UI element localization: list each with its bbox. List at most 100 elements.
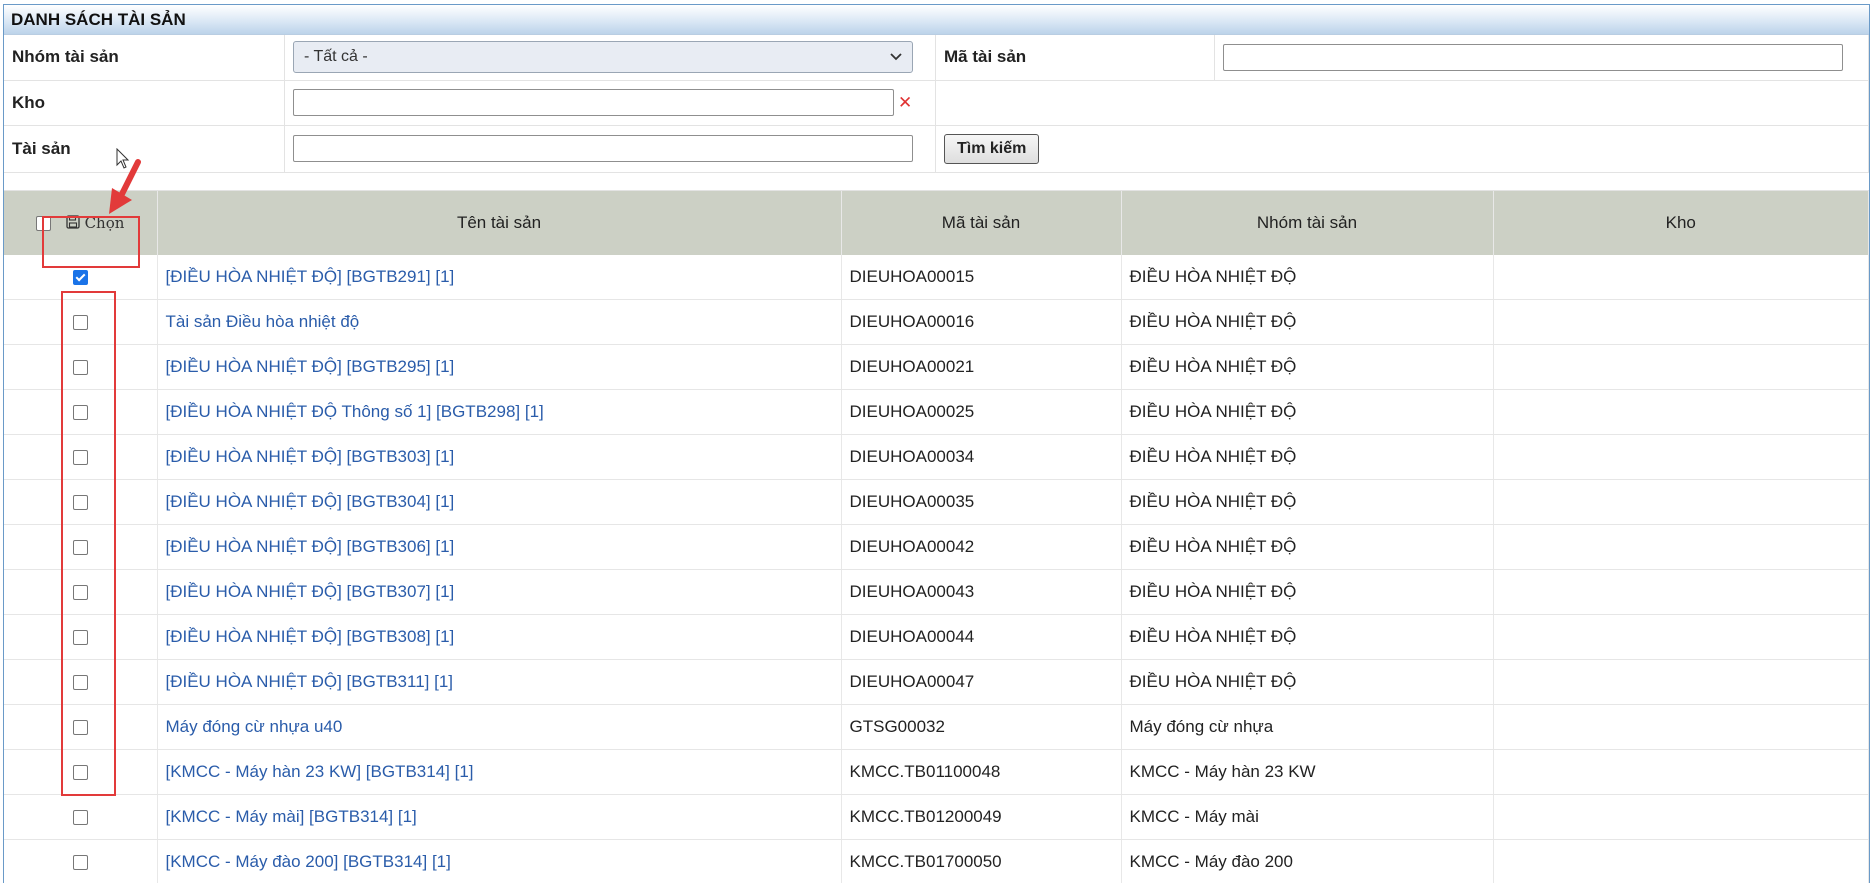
asset-code-cell: DIEUHOA00042: [841, 524, 1122, 570]
row-checkbox-cell: [4, 524, 158, 570]
asset-code-cell: DIEUHOA00044: [841, 614, 1122, 660]
asset-name-link[interactable]: [ĐIỀU HÒA NHIỆT ĐỘ Thông số 1] [BGTB298]…: [166, 402, 544, 421]
asset-group-cell: Máy đóng cừ nhựa: [1121, 704, 1494, 750]
table-row[interactable]: [ĐIỀU HÒA NHIỆT ĐỘ] [BGTB304] [1] DIEUHOA…: [4, 479, 1869, 525]
row-checkbox-cell: [4, 389, 158, 435]
asset-name-link[interactable]: [KMCC - Máy đào 200] [BGTB314] [1]: [166, 852, 451, 871]
row-checkbox-cell: [4, 254, 158, 300]
row-checkbox[interactable]: [72, 809, 88, 825]
table-row[interactable]: [KMCC - Máy hàn 23 KW] [BGTB314] [1] KMCC…: [4, 749, 1869, 795]
table-row[interactable]: [ĐIỀU HÒA NHIỆT ĐỘ] [BGTB303] [1] DIEUHOA…: [4, 434, 1869, 480]
row-checkbox[interactable]: [72, 359, 88, 375]
asset-group-cell: ĐIỀU HÒA NHIỆT ĐỘ: [1121, 389, 1494, 435]
asset-name-cell: [KMCC - Máy đào 200] [BGTB314] [1]: [157, 839, 842, 883]
warehouse-cell: [1493, 749, 1869, 795]
asset-group-cell: KMCC - Máy hàn 23 KW: [1121, 749, 1494, 795]
warehouse-cell: [1493, 839, 1869, 883]
row-checkbox[interactable]: [72, 449, 88, 465]
row-checkbox[interactable]: [72, 269, 88, 285]
asset-name-cell: [ĐIỀU HÒA NHIỆT ĐỘ] [BGTB303] [1]: [157, 434, 842, 480]
asset-name-cell: [KMCC - Máy mài] [BGTB314] [1]: [157, 794, 842, 840]
asset-group-cell: ĐIỀU HÒA NHIỆT ĐỘ: [1121, 434, 1494, 480]
asset-code-cell: GTSG00032: [841, 704, 1122, 750]
table-row[interactable]: [ĐIỀU HÒA NHIỆT ĐỘ] [BGTB291] [1] DIEUHOA…: [4, 254, 1869, 300]
row-checkbox[interactable]: [72, 584, 88, 600]
table-row[interactable]: [KMCC - Máy mài] [BGTB314] [1] KMCC.TB012…: [4, 794, 1869, 840]
asset-name-link[interactable]: [ĐIỀU HÒA NHIỆT ĐỘ] [BGTB304] [1]: [166, 492, 455, 511]
table-row[interactable]: [ĐIỀU HÒA NHIỆT ĐỘ Thông số 1] [BGTB298]…: [4, 389, 1869, 435]
row-checkbox-cell: [4, 299, 158, 345]
select-all-checkbox[interactable]: [36, 215, 52, 231]
warehouse-cell: [1493, 704, 1869, 750]
asset-name-cell: [ĐIỀU HÒA NHIỆT ĐỘ] [BGTB306] [1]: [157, 524, 842, 570]
asset-name-link[interactable]: [ĐIỀU HÒA NHIỆT ĐỘ] [BGTB295] [1]: [166, 357, 455, 376]
asset-name-link[interactable]: [ĐIỀU HÒA NHIỆT ĐỘ] [BGTB306] [1]: [166, 537, 455, 556]
clear-warehouse-icon[interactable]: ✕: [898, 93, 912, 113]
warehouse-cell: [1493, 614, 1869, 660]
asset-name-cell: [ĐIỀU HÒA NHIỆT ĐỘ] [BGTB311] [1]: [157, 659, 842, 705]
asset-name-link[interactable]: [ĐIỀU HÒA NHIỆT ĐỘ] [BGTB303] [1]: [166, 447, 455, 466]
asset-list-panel: DANH SÁCH TÀI SẢN Nhóm tài sản - Tất cả …: [3, 4, 1870, 883]
row-checkbox[interactable]: [72, 494, 88, 510]
search-button[interactable]: Tìm kiếm: [944, 133, 1040, 164]
asset-group-cell: ĐIỀU HÒA NHIỆT ĐỘ: [1121, 659, 1494, 705]
asset-name-link[interactable]: Tài sản Điều hòa nhiệt độ: [166, 312, 360, 331]
asset-input[interactable]: [293, 135, 913, 162]
asset-group-cell: ĐIỀU HÒA NHIỆT ĐỘ: [1121, 254, 1494, 300]
empty-cell: [935, 80, 1869, 126]
row-checkbox[interactable]: [72, 404, 88, 420]
row-checkbox-cell: [4, 479, 158, 525]
asset-name-link[interactable]: [KMCC - Máy hàn 23 KW] [BGTB314] [1]: [166, 762, 474, 781]
asset-name-link[interactable]: [KMCC - Máy mài] [BGTB314] [1]: [166, 807, 417, 826]
asset-group-cell: ĐIỀU HÒA NHIỆT ĐỘ: [1121, 479, 1494, 525]
table-row[interactable]: Máy đóng cừ nhựa u40 GTSG00032 Máy đóng cừ…: [4, 704, 1869, 750]
asset-name-cell: Máy đóng cừ nhựa u40: [157, 704, 842, 750]
mouse-cursor-icon: [116, 148, 130, 169]
table-row[interactable]: [ĐIỀU HÒA NHIỆT ĐỘ] [BGTB311] [1] DIEUHOA…: [4, 659, 1869, 705]
row-checkbox[interactable]: [72, 539, 88, 555]
row-checkbox[interactable]: [72, 764, 88, 780]
row-checkbox[interactable]: [72, 674, 88, 690]
row-checkbox[interactable]: [72, 854, 88, 870]
floppy-disk-icon: [66, 213, 85, 232]
asset-name-link[interactable]: [ĐIỀU HÒA NHIỆT ĐỘ] [BGTB308] [1]: [166, 627, 455, 646]
table-row[interactable]: [ĐIỀU HÒA NHIỆT ĐỘ] [BGTB295] [1] DIEUHOA…: [4, 344, 1869, 390]
asset-code-cell: DIEUHOA00021: [841, 344, 1122, 390]
table-row[interactable]: Tài sản Điều hòa nhiệt độ DIEUHOA00016 ĐIỀ…: [4, 299, 1869, 345]
row-checkbox[interactable]: [72, 629, 88, 645]
table-row[interactable]: [ĐIỀU HÒA NHIỆT ĐỘ] [BGTB307] [1] DIEUHOA…: [4, 569, 1869, 615]
warehouse-cell: [1493, 299, 1869, 345]
asset-name-link[interactable]: [ĐIỀU HÒA NHIỆT ĐỘ] [BGTB311] [1]: [166, 672, 454, 691]
table-row[interactable]: [ĐIỀU HÒA NHIỆT ĐỘ] [BGTB308] [1] DIEUHOA…: [4, 614, 1869, 660]
asset-group-cell: KMCC - Máy mài: [1121, 794, 1494, 840]
asset-group-select[interactable]: - Tất cả -: [293, 41, 913, 74]
group-label: Nhóm tài sản: [4, 35, 285, 81]
asset-group-cell: ĐIỀU HÒA NHIỆT ĐỘ: [1121, 344, 1494, 390]
warehouse-cell: [1493, 479, 1869, 525]
asset-code-cell: KMCC.TB01200049: [841, 794, 1122, 840]
asset-group-selected: - Tất cả -: [304, 48, 368, 66]
asset-name-link[interactable]: [ĐIỀU HÒA NHIỆT ĐỘ] [BGTB291] [1]: [166, 267, 455, 286]
asset-code-cell: KMCC.TB01100048: [841, 749, 1122, 795]
warehouse-input[interactable]: [293, 89, 894, 116]
asset-code-input[interactable]: [1223, 43, 1843, 71]
row-checkbox[interactable]: [72, 314, 88, 330]
row-checkbox-cell: [4, 749, 158, 795]
asset-group-cell: ĐIỀU HÒA NHIỆT ĐỘ: [1121, 524, 1494, 570]
asset-name-link[interactable]: Máy đóng cừ nhựa u40: [166, 717, 343, 736]
row-checkbox-cell: [4, 614, 158, 660]
warehouse-column-header: Kho: [1493, 190, 1869, 255]
asset-name-cell: [ĐIỀU HÒA NHIỆT ĐỘ] [BGTB295] [1]: [157, 344, 842, 390]
warehouse-cell: [1493, 569, 1869, 615]
table-row[interactable]: [ĐIỀU HÒA NHIỆT ĐỘ] [BGTB306] [1] DIEUHOA…: [4, 524, 1869, 570]
warehouse-cell: [1493, 344, 1869, 390]
name-column-header: Tên tài sản: [157, 190, 842, 255]
table-row[interactable]: [KMCC - Máy đào 200] [BGTB314] [1] KMCC.T…: [4, 839, 1869, 883]
asset-name-link[interactable]: [ĐIỀU HÒA NHIỆT ĐỘ] [BGTB307] [1]: [166, 582, 455, 601]
row-checkbox-cell: [4, 704, 158, 750]
asset-code-cell: KMCC.TB01700050: [841, 839, 1122, 883]
row-checkbox[interactable]: [72, 719, 88, 735]
warehouse-cell: [1493, 794, 1869, 840]
asset-code-cell: DIEUHOA00043: [841, 569, 1122, 615]
filter-form: Nhóm tài sản - Tất cả - Mã tài sản Kho ✕: [4, 35, 1869, 173]
